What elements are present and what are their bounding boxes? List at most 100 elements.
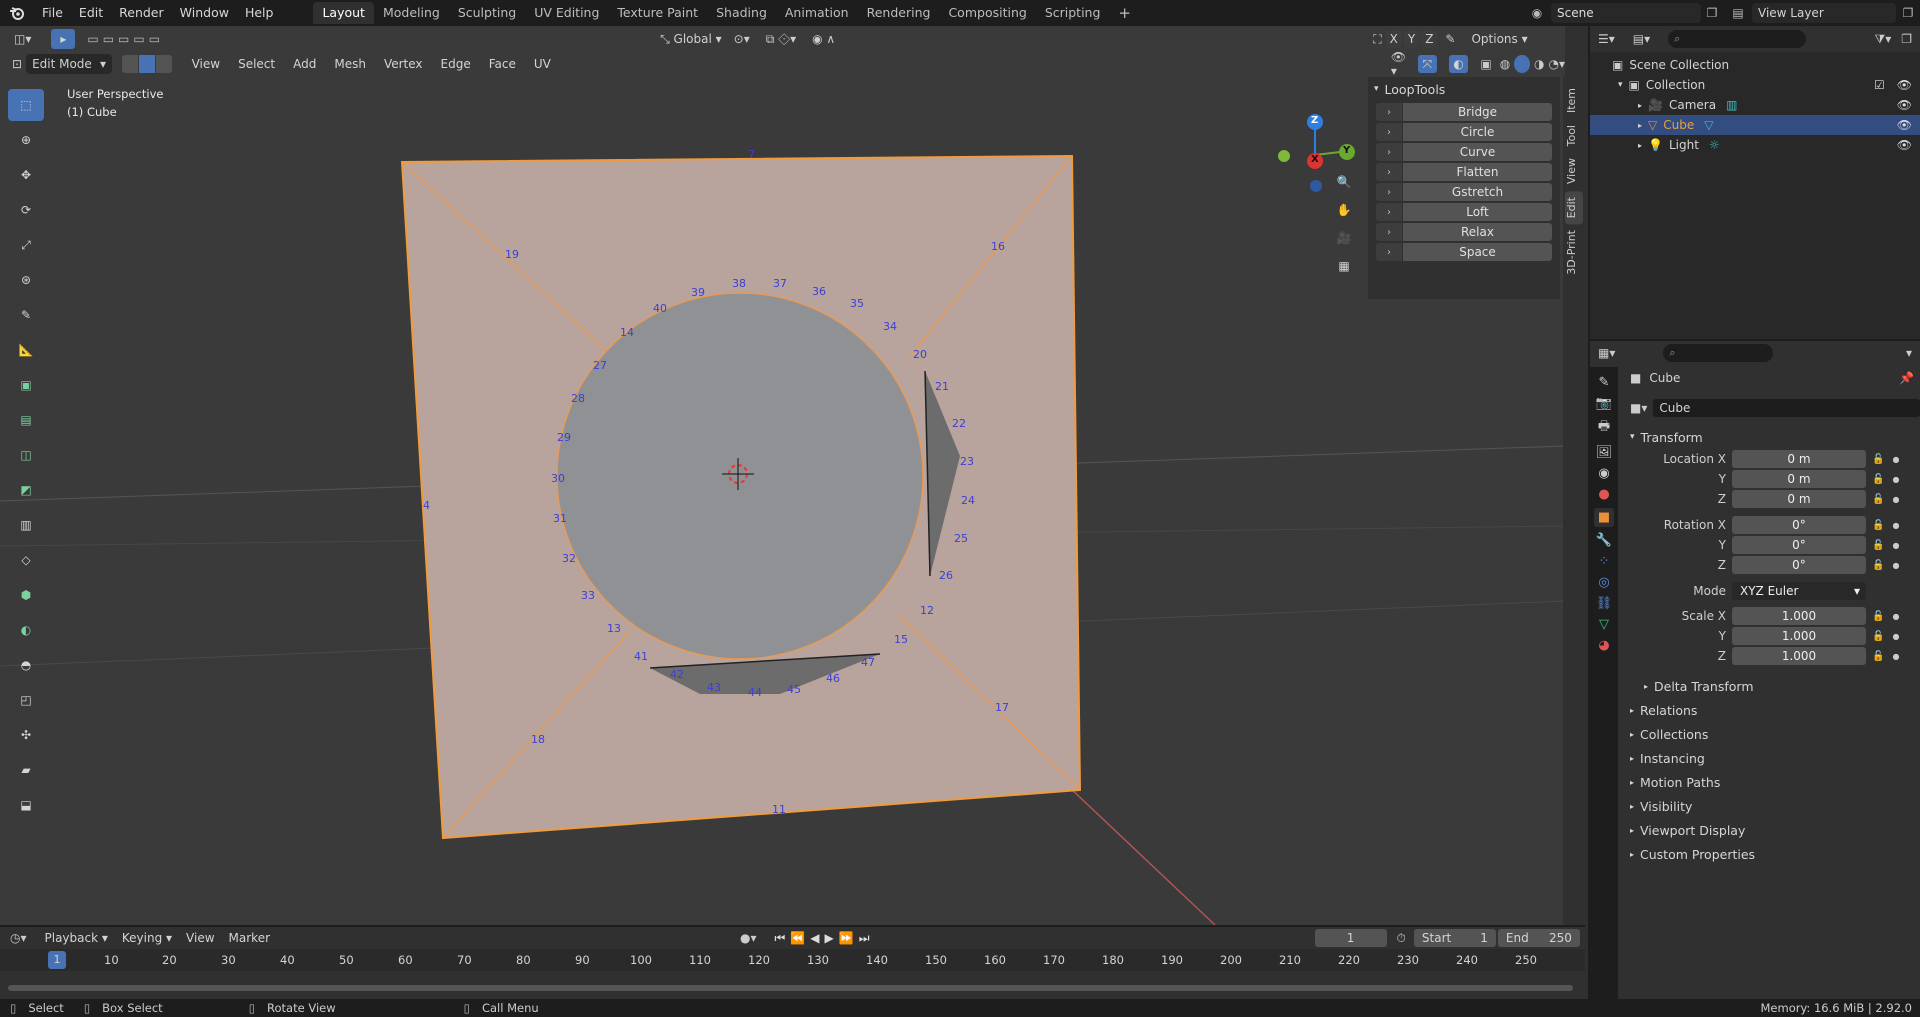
tab-rendering[interactable]: Rendering <box>858 2 940 24</box>
lock-icon[interactable]: 🔓 <box>1872 611 1884 622</box>
rotation-y-field[interactable]: 0° <box>1732 536 1866 554</box>
looptools-loft[interactable]: › Loft <box>1376 203 1552 221</box>
outliner-item-light[interactable]: ▸ 💡 Light ☼ 👁 <box>1590 135 1920 155</box>
axis-z-toggle[interactable]: Z <box>1421 30 1438 48</box>
lock-icon[interactable]: 🔓 <box>1872 454 1884 465</box>
scale-tool-icon[interactable]: ⤢ <box>8 229 44 261</box>
expand-arrow-icon[interactable]: › <box>1376 103 1402 121</box>
menu-render[interactable]: Render <box>111 0 172 26</box>
playhead[interactable]: 1 <box>48 951 66 969</box>
new-collection-icon[interactable]: ❐ <box>1901 32 1912 46</box>
panel-relations[interactable]: ▸ Relations <box>1622 698 1920 722</box>
expand-arrow-icon[interactable]: › <box>1376 223 1402 241</box>
modifiers-tab-icon[interactable]: 🔧 <box>1596 533 1612 548</box>
eye-icon[interactable]: 👁 <box>1897 78 1912 92</box>
xray-icon[interactable]: ▣ <box>1480 57 1491 71</box>
measure-tool-icon[interactable]: 📐 <box>8 334 44 366</box>
eye-icon[interactable]: 👁 <box>1897 118 1912 132</box>
select-box-tool-icon[interactable]: ⬚ <box>8 89 44 121</box>
eye-icon[interactable]: 👁 <box>1897 98 1912 112</box>
timeline-editor-icon[interactable]: ◷▾ <box>10 931 27 945</box>
material-tab-icon[interactable]: ◕ <box>1598 638 1609 653</box>
panel-instancing[interactable]: ▸ Instancing <box>1622 746 1920 770</box>
tab-tool[interactable]: Tool <box>1565 119 1583 152</box>
rotation-z-field[interactable]: 0° <box>1732 556 1866 574</box>
bevel-tool-icon[interactable]: ◩ <box>8 474 44 506</box>
panel-visibility[interactable]: ▸ Visibility <box>1622 794 1920 818</box>
lock-icon[interactable]: 🔓 <box>1872 494 1884 505</box>
expand-arrow-icon[interactable]: ▸ <box>1638 101 1642 110</box>
tab-3d-print[interactable]: 3D-Print <box>1565 224 1583 281</box>
tab-compositing[interactable]: Compositing <box>939 2 1035 24</box>
properties-editor-icon[interactable]: ▦▾ <box>1598 346 1615 360</box>
pan-hand-icon[interactable]: ✋ <box>1330 196 1358 224</box>
looptools-relax[interactable]: › Relax <box>1376 223 1552 241</box>
start-frame-field[interactable]: Start 1 <box>1413 929 1496 947</box>
keyframe-dot-icon[interactable]: ● <box>1892 561 1899 570</box>
properties-search-input[interactable]: ⌕ <box>1663 344 1774 362</box>
menu-help[interactable]: Help <box>237 0 282 26</box>
timeline-ruler[interactable]: 1 10 20 30 40 50 60 70 80 90 100 110 120… <box>0 949 1585 971</box>
poly-build-tool-icon[interactable]: ⬢ <box>8 579 44 611</box>
view-layer-name[interactable]: View Layer <box>1752 3 1896 23</box>
tab-modeling[interactable]: Modeling <box>374 2 449 24</box>
tab-item[interactable]: Item <box>1565 82 1583 119</box>
tab-edit[interactable]: Edit <box>1565 190 1583 224</box>
tool-tab-icon[interactable]: ✎ <box>1599 375 1610 390</box>
keyframe-dot-icon[interactable]: ● <box>1892 495 1899 504</box>
loop-cut-tool-icon[interactable]: ▥ <box>8 509 44 541</box>
add-workspace-icon[interactable]: + <box>1109 2 1140 24</box>
tab-layout[interactable]: Layout <box>313 2 374 24</box>
viewport[interactable]: 7 4 11 12 13 14 15 16 17 18 19 20 21 22 … <box>0 26 1565 925</box>
solid-shading-icon[interactable] <box>1514 55 1531 73</box>
looptools-gstretch[interactable]: › Gstretch <box>1376 183 1552 201</box>
physics-tab-icon[interactable]: ◎ <box>1598 575 1609 590</box>
current-frame-field[interactable]: 1 <box>1314 929 1387 947</box>
overlay-toggle-icon[interactable]: ◐ <box>1448 55 1469 73</box>
lock-icon[interactable]: 🔓 <box>1872 651 1884 662</box>
data-tab-icon[interactable]: ▽ <box>1599 617 1609 632</box>
snap-icon[interactable]: ⧉ ⟐▾ <box>766 32 796 47</box>
outliner-item-cube[interactable]: ▸ ▽ Cube ▽ 👁 <box>1590 115 1920 135</box>
face-select-icon[interactable] <box>155 55 172 73</box>
jump-keyframe-forward-icon[interactable]: ⏩ <box>839 931 859 945</box>
keyframe-dot-icon[interactable]: ● <box>1892 455 1899 464</box>
filter-icon[interactable]: ⧩▾ <box>1875 32 1892 47</box>
menu-edit[interactable]: Edit <box>71 0 111 26</box>
pivot-icon[interactable]: ⊙▾ <box>734 32 750 46</box>
options-icon[interactable]: ▾ <box>1906 346 1912 360</box>
location-x-field[interactable]: 0 m <box>1732 450 1866 468</box>
output-tab-icon[interactable]: 🖶 <box>1598 417 1610 439</box>
jump-keyframe-back-icon[interactable]: ⏪ <box>790 931 810 945</box>
keyframe-dot-icon[interactable]: ● <box>1892 475 1899 484</box>
jump-start-icon[interactable]: ⏮ <box>775 931 791 945</box>
panel-collections[interactable]: ▸ Collections <box>1622 722 1920 746</box>
transform-orientation[interactable]: ⤡ Global ▾ <box>654 29 728 49</box>
lock-icon[interactable]: 🔓 <box>1872 540 1884 551</box>
tab-view[interactable]: View <box>1565 152 1583 190</box>
looptools-circle[interactable]: › Circle <box>1376 123 1552 141</box>
smooth-tool-icon[interactable]: ◓ <box>8 649 44 681</box>
edge-select-icon[interactable] <box>138 55 155 73</box>
keyframe-dot-icon[interactable]: ● <box>1892 612 1899 621</box>
panel-motion-paths[interactable]: ▸ Motion Paths <box>1622 770 1920 794</box>
expand-arrow-icon[interactable]: › <box>1376 143 1402 161</box>
timeline-scrollbar[interactable] <box>8 985 1573 991</box>
expand-arrow-icon[interactable]: › <box>1376 163 1402 181</box>
spin-tool-icon[interactable]: ◐ <box>8 614 44 646</box>
menu-file[interactable]: File <box>34 0 71 26</box>
looptools-space[interactable]: › Space <box>1376 243 1552 261</box>
expand-arrow-icon[interactable]: › <box>1376 123 1402 141</box>
render-tab-icon[interactable]: 📷 <box>1596 396 1612 411</box>
scale-y-field[interactable]: 1.000 <box>1732 627 1866 645</box>
menu-window[interactable]: Window <box>172 0 237 26</box>
location-z-field[interactable]: 0 m <box>1732 490 1866 508</box>
menu-select[interactable]: Select <box>238 57 275 71</box>
menu-marker[interactable]: Marker <box>229 931 270 945</box>
menu-view[interactable]: View <box>192 57 220 71</box>
knife-tool-icon[interactable]: ◇ <box>8 544 44 576</box>
record-icon[interactable]: ●▾ <box>740 931 757 945</box>
visibility-icon[interactable]: 👁▾ <box>1391 50 1410 78</box>
menu-edge[interactable]: Edge <box>441 57 471 71</box>
rotate-tool-icon[interactable]: ⟳ <box>8 194 44 226</box>
